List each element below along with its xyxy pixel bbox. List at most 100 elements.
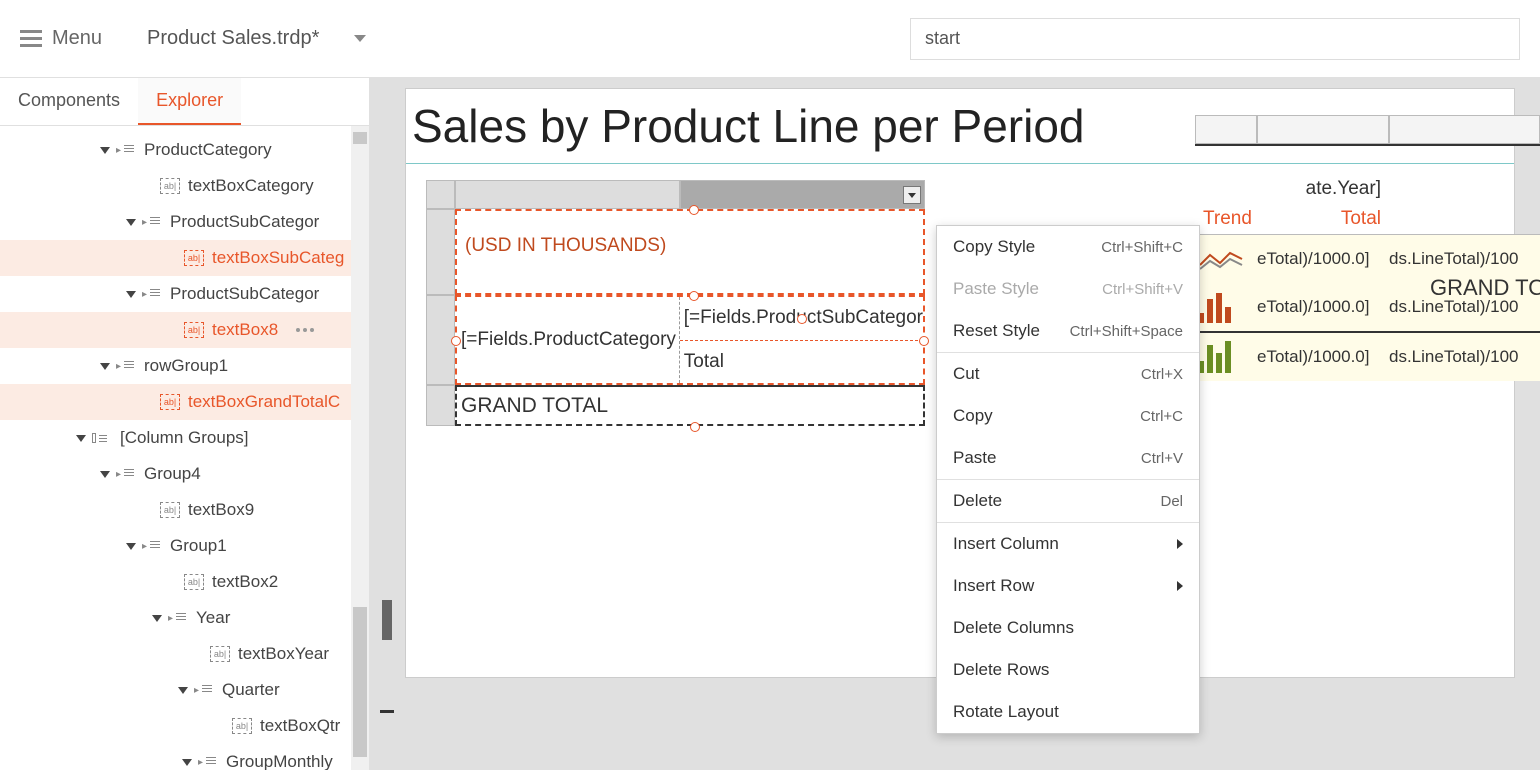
crosstab-right-columns: ate.Year] Trend Total eTotal)/1000.0] ds… — [1195, 115, 1540, 381]
tree-node-group1[interactable]: Group1 — [0, 528, 369, 564]
row-header-1[interactable] — [426, 209, 455, 295]
tree-node-group4[interactable]: Group4 — [0, 456, 369, 492]
menu-copy-style[interactable]: Copy Style Ctrl+Shift+C — [937, 226, 1199, 268]
sparkbar-icon — [1195, 288, 1250, 326]
expand-icon[interactable] — [100, 471, 110, 478]
menu-insert-row[interactable]: Insert Row — [937, 565, 1199, 607]
cell-grand-total[interactable]: GRAND TOTAL — [455, 385, 925, 426]
menu-delete-rows[interactable]: Delete Rows — [937, 649, 1199, 691]
explorer-tree[interactable]: ProductCategory ab| textBoxCategory Prod… — [0, 126, 369, 770]
tree-node-textbox8[interactable]: ab| textBox8 — [0, 312, 369, 348]
textbox-icon: ab| — [184, 250, 204, 266]
tree-node-product-category[interactable]: ProductCategory — [0, 132, 369, 168]
tree-node-group-monthly[interactable]: GroupMonthly — [0, 744, 369, 770]
expand-icon[interactable] — [152, 615, 162, 622]
more-icon[interactable] — [296, 328, 314, 332]
resize-handle[interactable] — [690, 422, 700, 432]
expand-icon[interactable] — [100, 363, 110, 370]
tree-node-textbox-year[interactable]: ab| textBoxYear — [0, 636, 369, 672]
expand-icon[interactable] — [126, 219, 136, 226]
panel-tabs: Components Explorer — [0, 78, 369, 126]
corner-cell[interactable] — [426, 180, 455, 209]
menu-cut[interactable]: Cut Ctrl+X — [937, 353, 1199, 395]
vertical-ruler-mark — [382, 600, 392, 640]
textbox-icon: ab| — [160, 394, 180, 410]
menu-delete[interactable]: Delete Del — [937, 480, 1199, 522]
col-header-1[interactable] — [455, 180, 680, 209]
group-icon — [116, 361, 136, 372]
scrollbar-thumb[interactable] — [353, 607, 367, 757]
selected-row-category[interactable]: [=Fields.ProductCategory [=Fields.Produc… — [455, 295, 925, 385]
context-menu: Copy Style Ctrl+Shift+C Paste Style Ctrl… — [936, 225, 1200, 734]
row-header-3[interactable] — [426, 385, 455, 426]
group-icon — [142, 289, 162, 300]
date-year-label: ate.Year] — [1195, 174, 1389, 204]
resize-handle[interactable] — [919, 336, 929, 346]
tree-node-quarter[interactable]: Quarter — [0, 672, 369, 708]
col-header-r3[interactable] — [1389, 115, 1540, 144]
resize-handle[interactable] — [451, 336, 461, 346]
textbox-icon: ab| — [184, 322, 204, 338]
menu-delete-columns[interactable]: Delete Columns — [937, 607, 1199, 649]
menu-copy[interactable]: Copy Ctrl+C — [937, 395, 1199, 437]
data-cell-3[interactable]: eTotal)/1000.0] — [1257, 333, 1389, 381]
tree-node-textbox9[interactable]: ab| textBox9 — [0, 492, 369, 528]
sparkbar-cell-2[interactable] — [1195, 333, 1257, 381]
left-panel: Components Explorer ProductCategory ab| … — [0, 78, 370, 770]
column-groups-icon — [92, 433, 112, 443]
file-tab[interactable]: Product Sales.trdp* — [147, 27, 366, 50]
menu-paste[interactable]: Paste Ctrl+V — [937, 437, 1199, 479]
tree-node-textbox-qtr[interactable]: ab| textBoxQtr — [0, 708, 369, 744]
tree-node-rowgroup1[interactable]: rowGroup1 — [0, 348, 369, 384]
tree-node-textbox-grandtotal[interactable]: ab| textBoxGrandTotalC — [0, 384, 369, 420]
textbox-icon: ab| — [184, 574, 204, 590]
cell-product-category[interactable]: [=Fields.ProductCategory — [457, 297, 680, 383]
tree-node-textbox-category[interactable]: ab| textBoxCategory — [0, 168, 369, 204]
usd-label: (USD IN THOUSANDS) — [465, 235, 666, 257]
menu-button[interactable]: Menu — [20, 27, 102, 50]
data-cell-2[interactable]: eTotal)/1000.0] — [1257, 283, 1389, 331]
textbox-icon: ab| — [160, 502, 180, 518]
col-header-2[interactable] — [680, 180, 925, 209]
menu-rotate-layout[interactable]: Rotate Layout — [937, 691, 1199, 733]
tree-node-textbox2[interactable]: ab| textBox2 — [0, 564, 369, 600]
resize-handle[interactable] — [797, 314, 807, 324]
scrollbar-up[interactable] — [353, 132, 367, 144]
data-cell-3b[interactable]: ds.LineTotal)/100 — [1389, 333, 1540, 381]
menu-insert-column[interactable]: Insert Column — [937, 523, 1199, 565]
caret-down-icon[interactable] — [354, 35, 366, 42]
tab-explorer[interactable]: Explorer — [138, 78, 241, 125]
tree-node-year[interactable]: Year — [0, 600, 369, 636]
tree-scrollbar[interactable] — [351, 126, 369, 770]
tree-node-column-groups[interactable]: [Column Groups] — [0, 420, 369, 456]
group-icon — [142, 541, 162, 552]
expand-icon[interactable] — [126, 543, 136, 550]
column-dropdown-trigger[interactable] — [903, 186, 921, 204]
expand-icon[interactable] — [100, 147, 110, 154]
menu-reset-style[interactable]: Reset Style Ctrl+Shift+Space — [937, 310, 1199, 352]
search-input[interactable]: start — [910, 18, 1520, 60]
expand-icon[interactable] — [126, 291, 136, 298]
grand-total-header: GRAND TO — [1430, 275, 1540, 301]
tab-components[interactable]: Components — [0, 78, 138, 125]
resize-handle[interactable] — [689, 291, 699, 301]
cell-total[interactable]: Total — [680, 341, 923, 384]
tree-node-product-subcategory-2[interactable]: ProductSubCategor — [0, 276, 369, 312]
col-header-r1[interactable] — [1195, 115, 1257, 144]
sparkbar-icon — [1195, 338, 1250, 376]
data-cell-1[interactable]: eTotal)/1000.0] — [1257, 235, 1389, 283]
col-header-r2[interactable] — [1257, 115, 1389, 144]
trend-label: Trend — [1195, 204, 1257, 234]
expand-icon[interactable] — [178, 687, 188, 694]
tree-node-product-subcategory[interactable]: ProductSubCategor — [0, 204, 369, 240]
tree-node-textbox-subcategory[interactable]: ab| textBoxSubCateg — [0, 240, 369, 276]
selected-cell-usd[interactable]: (USD IN THOUSANDS) — [455, 209, 925, 295]
group-icon — [142, 217, 162, 228]
sparkline-icon — [1195, 240, 1250, 278]
sparkbar-cell-1[interactable] — [1195, 283, 1257, 331]
hamburger-icon — [20, 30, 42, 47]
sparkline-cell-1[interactable] — [1195, 235, 1257, 283]
expand-icon[interactable] — [182, 759, 192, 766]
resize-handle[interactable] — [689, 205, 699, 215]
expand-icon[interactable] — [76, 435, 86, 442]
